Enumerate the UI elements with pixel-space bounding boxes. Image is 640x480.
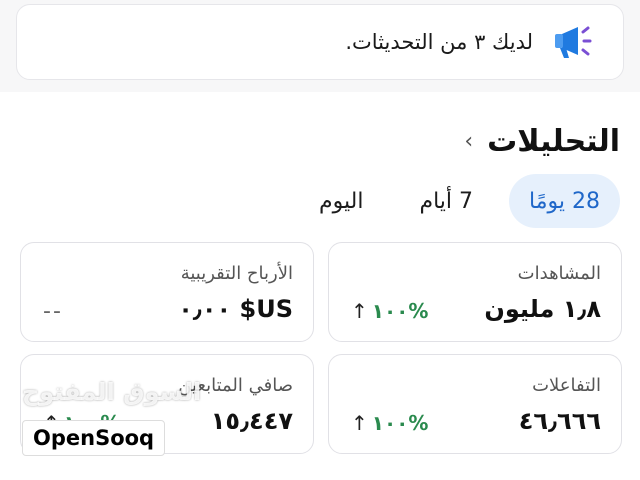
earnings-value: US$ ٠٫٠٠ (178, 295, 293, 323)
views-label: المشاهدات (517, 263, 601, 284)
analytics-title: التحليلات (487, 124, 620, 159)
interactions-change-value: ١٠٠% (371, 411, 429, 435)
period-tabs: 28 يومًا 7 أيام اليوم (299, 174, 620, 228)
views-change-value: ١٠٠% (371, 299, 429, 323)
arrow-up-icon: ↑ (351, 299, 368, 323)
earnings-card[interactable]: الأرباح التقريبية US$ ٠٫٠٠ -- (20, 242, 314, 342)
notice-text: لديك ٣ من التحديثات. (345, 30, 533, 54)
views-card[interactable]: المشاهدات ١٫٨ مليون ↑ ١٠٠% (328, 242, 622, 342)
arrow-up-icon: ↑ (351, 411, 368, 435)
earnings-change: -- (43, 299, 63, 324)
tab-today[interactable]: اليوم (299, 174, 383, 228)
interactions-value: ٤٦٫٦٦٦ (518, 407, 601, 435)
watermark-arabic: السوق المفتوح (22, 378, 202, 406)
interactions-label: التفاعلات (532, 375, 601, 396)
interactions-card[interactable]: التفاعلات ٤٦٫٦٦٦ ↑ ١٠٠% (328, 354, 622, 454)
chevron-icon: › (464, 129, 474, 154)
tab-28-days[interactable]: 28 يومًا (509, 174, 620, 228)
interactions-change: ↑ ١٠٠% (351, 411, 428, 435)
followers-value: ١٥٫٤٤٧ (210, 407, 293, 435)
opensooq-logo: OpenSooq (22, 420, 166, 456)
megaphone-icon (547, 19, 599, 65)
views-change: ↑ ١٠٠% (351, 299, 428, 323)
tab-7-days[interactable]: 7 أيام (399, 174, 493, 228)
views-value: ١٫٨ مليون (484, 295, 601, 323)
analytics-header[interactable]: التحليلات › (464, 124, 620, 159)
updates-notice[interactable]: لديك ٣ من التحديثات. (16, 4, 624, 80)
earnings-label: الأرباح التقريبية (180, 263, 293, 284)
